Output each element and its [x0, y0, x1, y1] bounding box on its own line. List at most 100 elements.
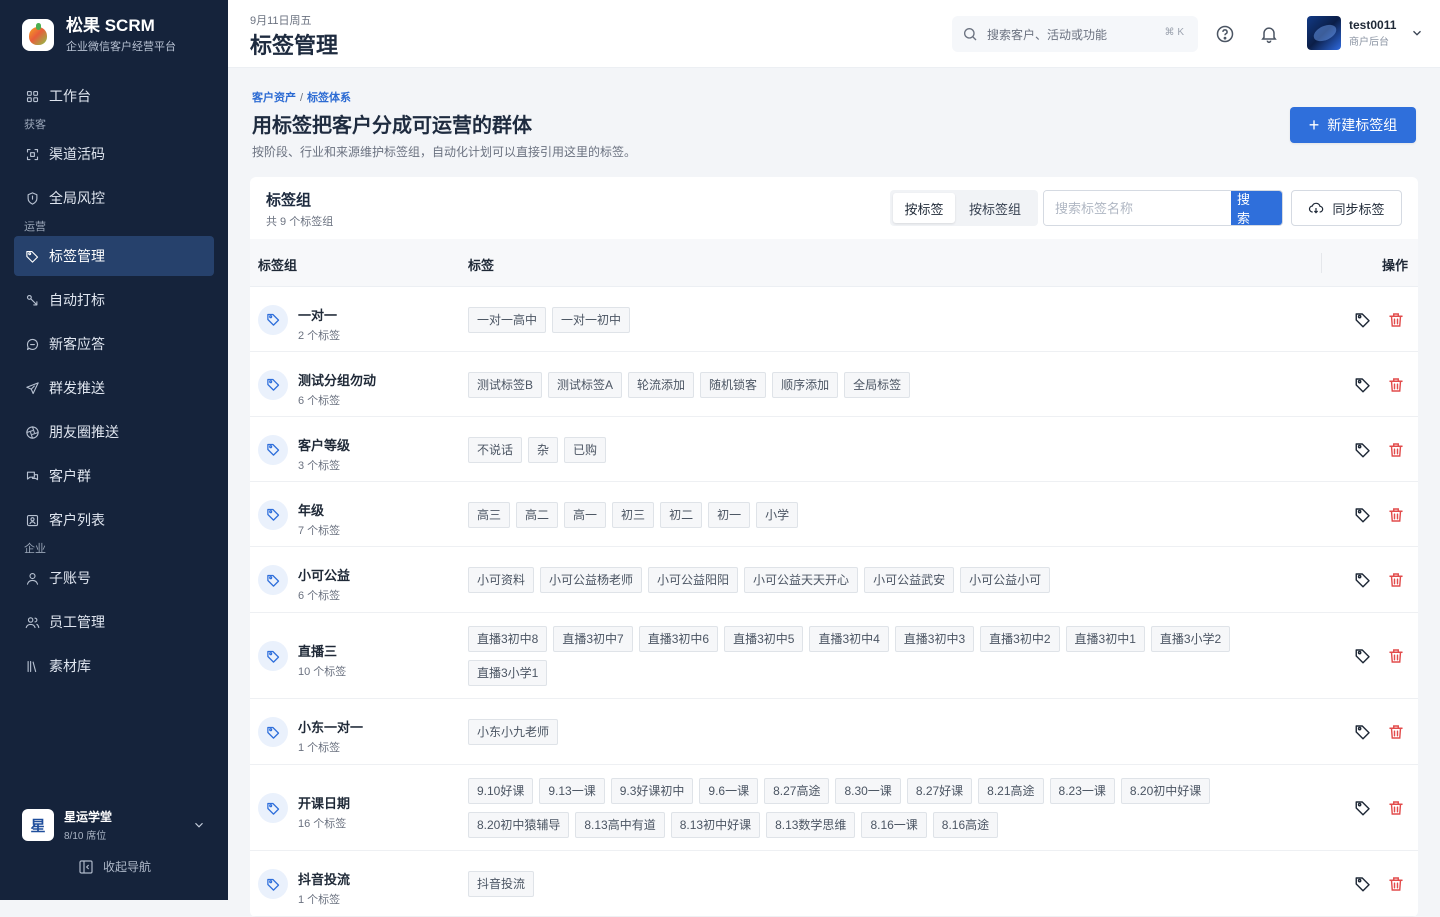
tag-chip[interactable]: 8.20初中好课: [1120, 778, 1211, 804]
edit-tags-icon[interactable]: [1354, 376, 1372, 394]
tag-chip[interactable]: 一对一高中: [468, 306, 547, 333]
edit-tags-icon[interactable]: [1354, 441, 1372, 459]
tag-chip[interactable]: 小可公益武安: [864, 567, 955, 593]
tag-chip[interactable]: 不说话: [468, 436, 523, 463]
tag-chip[interactable]: 小可资料: [468, 567, 535, 593]
tag-search-button[interactable]: 搜 索: [1231, 191, 1282, 225]
tag-search-input[interactable]: [1044, 191, 1231, 225]
sidebar-item-subaccount[interactable]: 子账号: [14, 558, 214, 598]
edit-tags-icon[interactable]: [1354, 571, 1372, 589]
sidebar-item-tags[interactable]: 标签管理: [14, 236, 214, 276]
tag-chip[interactable]: 8.27好课: [906, 778, 973, 804]
tag-chip[interactable]: 直播3小学1: [468, 660, 548, 686]
tag-chip[interactable]: 测试标签A: [548, 371, 623, 398]
tag-chip[interactable]: 小可公益杨老师: [540, 567, 643, 593]
new-tag-group-button[interactable]: + 新建标签组: [1290, 107, 1416, 143]
tag-chip[interactable]: 小可公益小可: [960, 567, 1051, 593]
tag-chip[interactable]: 直播3初中7: [553, 626, 633, 652]
column-header-actions: 操作: [1382, 258, 1409, 273]
edit-tags-icon[interactable]: [1354, 799, 1372, 817]
tag-chip[interactable]: 初一: [708, 501, 751, 528]
tag-chip[interactable]: 8.16高途: [932, 812, 999, 838]
trash-icon[interactable]: [1387, 506, 1405, 524]
org-switcher[interactable]: 星 星运学堂 8/10 席位: [14, 800, 214, 850]
tag-chip[interactable]: 直播3初中8: [468, 626, 548, 652]
tag-chip[interactable]: 直播3初中4: [809, 626, 889, 652]
bell-icon[interactable]: [1259, 24, 1279, 44]
trash-icon[interactable]: [1387, 311, 1405, 329]
tag-chip[interactable]: 小学: [756, 501, 799, 528]
tag-chip[interactable]: 9.3好课初中: [610, 778, 694, 804]
tag-chip[interactable]: 高三: [468, 501, 511, 528]
tag-chip[interactable]: 初二: [660, 501, 703, 528]
tag-chip[interactable]: 小可公益阳阳: [648, 567, 739, 593]
help-icon[interactable]: [1215, 24, 1235, 44]
sidebar-item-staff[interactable]: 员工管理: [14, 602, 214, 642]
tag-chip[interactable]: 直播3小学2: [1150, 626, 1231, 652]
sync-tags-button[interactable]: 同步标签: [1291, 190, 1402, 226]
global-search-input[interactable]: 搜索客户、活动或功能 ⌘ K: [952, 16, 1198, 52]
trash-icon[interactable]: [1387, 875, 1405, 893]
sidebar-item-mass[interactable]: 群发推送: [14, 368, 214, 408]
tag-chip[interactable]: 轮流添加: [628, 371, 695, 398]
trash-icon[interactable]: [1387, 376, 1405, 394]
breadcrumb-item[interactable]: 标签体系: [307, 92, 351, 104]
edit-tags-icon[interactable]: [1354, 875, 1372, 893]
tag-chip[interactable]: 抖音投流: [468, 871, 535, 897]
cloud-sync-icon: [1309, 202, 1324, 214]
trash-icon[interactable]: [1387, 723, 1405, 741]
tag-chip[interactable]: 8.13高中有道: [575, 812, 665, 838]
tag-chip[interactable]: 一对一初中: [552, 306, 631, 333]
tag-chip[interactable]: 测试标签B: [468, 371, 543, 398]
tag-chip[interactable]: 已购: [564, 436, 607, 463]
tag-chip[interactable]: 9.6一课: [699, 778, 759, 804]
sidebar-item-moments[interactable]: 朋友圈推送: [14, 412, 214, 452]
tag-chip[interactable]: 直播3初中2: [980, 626, 1060, 652]
tag-chip[interactable]: 8.27高途: [764, 778, 830, 804]
edit-tags-icon[interactable]: [1354, 506, 1372, 524]
table-row: 一对一 2 个标签 一对一高中 一对一初中: [250, 287, 1418, 352]
tag-chip[interactable]: 直播3初中1: [1065, 626, 1145, 652]
sidebar-item-risk[interactable]: 全局风控: [14, 178, 214, 218]
sidebar-item-channel[interactable]: 渠道活码: [14, 134, 214, 174]
tag-chip[interactable]: 高二: [516, 501, 559, 528]
tag-chip[interactable]: 8.13初中好课: [670, 812, 761, 838]
tag-chip[interactable]: 直播3初中5: [724, 626, 804, 652]
tag-chip[interactable]: 8.30一课: [835, 778, 901, 804]
tag-chip[interactable]: 直播3初中3: [894, 626, 975, 652]
tag-chip[interactable]: 9.10好课: [468, 778, 534, 804]
sidebar-item-materials[interactable]: 素材库: [14, 646, 214, 686]
sidebar-item-customers[interactable]: 客户列表: [14, 500, 214, 540]
collapse-nav-button[interactable]: 收起导航: [78, 858, 151, 875]
sidebar-item-reply[interactable]: 新客应答: [14, 324, 214, 364]
tag-chip[interactable]: 小东小九老师: [468, 719, 559, 745]
tag-chip[interactable]: 顺序添加: [772, 371, 839, 398]
edit-tags-icon[interactable]: [1354, 723, 1372, 741]
tab-by-group[interactable]: 按标签组: [955, 193, 1035, 223]
tag-chip[interactable]: 杂: [528, 436, 559, 463]
tag-chip[interactable]: 初三: [612, 501, 655, 528]
tag-chip[interactable]: 小可公益天天开心: [744, 567, 859, 593]
tag-chip[interactable]: 8.20初中猿辅导: [468, 812, 570, 838]
sidebar-item-autotag[interactable]: 自动打标: [14, 280, 214, 320]
breadcrumb-item[interactable]: 客户资产: [252, 92, 296, 104]
sidebar-item-workbench[interactable]: 工作台: [14, 76, 214, 116]
edit-tags-icon[interactable]: [1354, 647, 1372, 665]
tag-chip[interactable]: 8.13数学思维: [766, 812, 856, 838]
tag-chip[interactable]: 9.13一课: [539, 778, 605, 804]
trash-icon[interactable]: [1387, 571, 1405, 589]
tag-chip[interactable]: 高一: [564, 501, 607, 528]
tab-by-tag[interactable]: 按标签: [893, 193, 955, 223]
trash-icon[interactable]: [1387, 799, 1405, 817]
edit-tags-icon[interactable]: [1354, 311, 1372, 329]
tag-chip[interactable]: 随机锁客: [700, 371, 767, 398]
tag-chip[interactable]: 8.21高途: [978, 778, 1044, 804]
sidebar-item-groups[interactable]: 客户群: [14, 456, 214, 496]
tag-chip[interactable]: 8.16一课: [861, 812, 927, 838]
user-menu[interactable]: test0011 商户后台: [1307, 16, 1424, 50]
tag-chip[interactable]: 直播3初中6: [638, 626, 719, 652]
trash-icon[interactable]: [1387, 647, 1405, 665]
tag-chip[interactable]: 全局标签: [844, 371, 911, 398]
tag-chip[interactable]: 8.23一课: [1049, 778, 1115, 804]
trash-icon[interactable]: [1387, 441, 1405, 459]
